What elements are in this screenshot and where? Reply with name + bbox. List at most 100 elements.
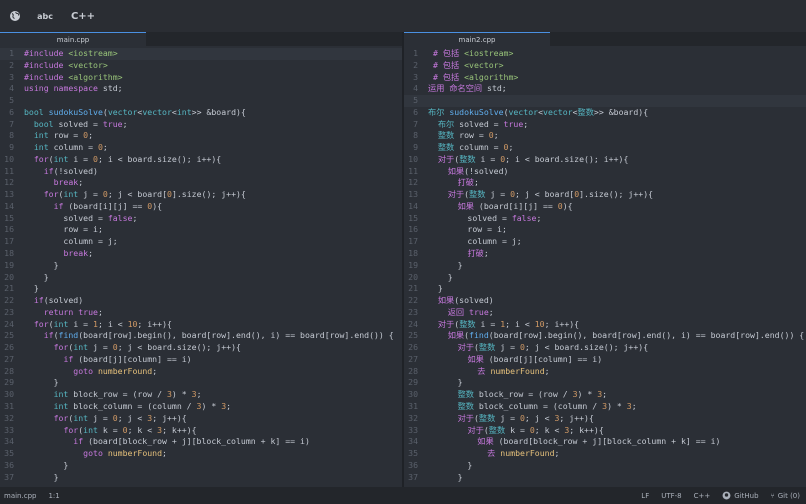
code-line[interactable]: 7 bool solved = true; [0, 119, 402, 131]
code-text: 对于(整数 j = 0; j < board[0].size(); j++){ [447, 189, 654, 200]
code-line[interactable]: 32 for(int j = 0; j < 3; j++){ [0, 413, 402, 425]
code-line[interactable]: 25 如果(find(board[row].begin(), board[row… [404, 330, 806, 342]
code-line[interactable]: 4 using namespace std; [0, 83, 402, 95]
code-line[interactable]: 20 } [404, 272, 806, 284]
code-line[interactable]: 15 solved = false; [0, 213, 402, 225]
code-line[interactable]: 29 } [404, 377, 806, 389]
code-line[interactable]: 11 if(!solved) [0, 166, 402, 178]
code-line[interactable]: 22 如果(solved) [404, 295, 806, 307]
code-line[interactable]: 6 bool sudokuSolve(vector<vector<int>> &b… [0, 107, 402, 119]
code-line[interactable]: 22 if(solved) [0, 295, 402, 307]
code-line[interactable]: 34 如果 (board[block_row + j][block_column… [404, 436, 806, 448]
status-file[interactable]: main.cpp [4, 492, 36, 500]
code-text: 返回 true; [447, 306, 494, 317]
code-line[interactable]: 32 对于(整数 j = 0; j < 3; j++){ [404, 413, 806, 425]
code-editor-left[interactable]: 1 #include <iostream> 2 #include <vector> 3 #… [0, 46, 402, 483]
code-line[interactable]: 35 去 numberFound; [404, 448, 806, 460]
code-text: column = j; [24, 236, 118, 247]
code-line[interactable]: 7 布尔 solved = true; [404, 119, 806, 131]
code-text: # 包括 <algorithm> [432, 71, 519, 82]
status-cursor-position[interactable]: 1:1 [48, 492, 59, 500]
code-line[interactable]: 20 } [0, 272, 402, 284]
code-line[interactable]: 1 #include <iostream> [0, 48, 402, 60]
code-line[interactable]: 21 } [0, 283, 402, 295]
code-line[interactable]: 16 row = i; [0, 224, 402, 236]
code-line[interactable]: 31 整数 block_column = (column / 3) * 3; [404, 401, 806, 413]
code-line[interactable]: 33 对于(整数 k = 0; k < 3; k++){ [404, 425, 806, 437]
tab-main2-cpp[interactable]: main2.cpp [404, 32, 550, 46]
code-line[interactable]: 6 布尔 sudokuSolve(vector<vector<整数>> &boar… [404, 107, 806, 119]
code-line[interactable]: 8 int row = 0; [0, 130, 402, 142]
code-line[interactable]: 18 break; [0, 248, 402, 260]
status-github[interactable]: GitHub [722, 491, 759, 500]
code-line[interactable]: 19 } [404, 260, 806, 272]
code-line[interactable]: 23 return true; [0, 307, 402, 319]
code-line[interactable]: 37 } [0, 472, 402, 484]
code-line[interactable]: 12 打破; [404, 177, 806, 189]
code-line[interactable]: 9 int column = 0; [0, 142, 402, 154]
code-line[interactable]: 17 column = j; [404, 236, 806, 248]
code-line[interactable]: 30 整数 block_row = (row / 3) * 3; [404, 389, 806, 401]
code-line[interactable]: 5 [0, 95, 402, 107]
code-line[interactable]: 5 [404, 95, 806, 107]
code-text: solved = false; [428, 212, 542, 223]
status-line-ending[interactable]: LF [641, 492, 649, 500]
code-line[interactable]: 35 goto numberFound; [0, 448, 402, 460]
editor-pane-right[interactable]: main2.cpp 1 # 包括 <iostream> 2 # 包括 <vecto… [404, 32, 806, 487]
code-line[interactable]: 36 } [0, 460, 402, 472]
code-editor-right[interactable]: 1 # 包括 <iostream> 2 # 包括 <vector> 3 # 包括 <… [404, 46, 806, 483]
status-encoding[interactable]: UTF-8 [661, 492, 681, 500]
code-line[interactable]: 29 } [0, 377, 402, 389]
code-line[interactable]: 10 对于(整数 i = 0; i < board.size(); i++){ [404, 154, 806, 166]
code-line[interactable]: 13 对于(整数 j = 0; j < board[0].size(); j++… [404, 189, 806, 201]
code-line[interactable]: 25 if(find(board[row].begin(), board[row… [0, 330, 402, 342]
code-line[interactable]: 3 # 包括 <algorithm> [404, 72, 806, 84]
code-line[interactable]: 15 solved = false; [404, 213, 806, 225]
code-line[interactable]: 28 goto numberFound; [0, 366, 402, 378]
code-line[interactable]: 24 对于(整数 i = 1; i < 10; i++){ [404, 319, 806, 331]
code-line[interactable]: 37 } [404, 472, 806, 484]
spell-check-button[interactable]: abc [30, 0, 60, 32]
code-line[interactable]: 8 整数 row = 0; [404, 130, 806, 142]
globe-button[interactable] [0, 0, 30, 32]
status-git[interactable]: ⑂ Git (0) [771, 492, 800, 500]
code-line[interactable]: 14 if (board[i][j] == 0){ [0, 201, 402, 213]
code-line[interactable]: 18 打破; [404, 248, 806, 260]
toolbar: abc C++ [0, 0, 806, 32]
code-line[interactable]: 10 for(int i = 0; i < board.size(); i++)… [0, 154, 402, 166]
code-line[interactable]: 19 } [0, 260, 402, 272]
code-line[interactable]: 33 for(int k = 0; k < 3; k++){ [0, 425, 402, 437]
code-line[interactable]: 31 int block_column = (column / 3) * 3; [0, 401, 402, 413]
code-line[interactable]: 36 } [404, 460, 806, 472]
code-line[interactable]: 26 对于(整数 j = 0; j < board.size(); j++){ [404, 342, 806, 354]
code-line[interactable]: 11 如果(!solved) [404, 166, 806, 178]
code-line[interactable]: 27 if (board[j][column] == i) [0, 354, 402, 366]
code-line[interactable]: 14 如果 (board[i][j] == 0){ [404, 201, 806, 213]
code-line[interactable]: 17 column = j; [0, 236, 402, 248]
code-line[interactable]: 26 for(int j = 0; j < board.size(); j++)… [0, 342, 402, 354]
editor-pane-left[interactable]: main.cpp 1 #include <iostream> 2 #include <… [0, 32, 402, 487]
code-line[interactable]: 2 # 包括 <vector> [404, 60, 806, 72]
status-grammar[interactable]: C++ [694, 492, 711, 500]
tab-main-cpp[interactable]: main.cpp [0, 32, 146, 46]
code-line[interactable]: 27 如果 (board[j][column] == i) [404, 354, 806, 366]
cpp-button[interactable]: C++ [60, 0, 106, 32]
code-line[interactable]: 30 int block_row = (row / 3) * 3; [0, 389, 402, 401]
code-line[interactable]: 13 for(int j = 0; j < board[0].size(); j… [0, 189, 402, 201]
code-line[interactable]: 21 } [404, 283, 806, 295]
line-number: 7 [413, 118, 418, 129]
code-line[interactable]: 9 整数 column = 0; [404, 142, 806, 154]
code-line[interactable]: 4 运用 命名空间 std; [404, 83, 806, 95]
line-number: 8 [9, 130, 14, 141]
code-line[interactable]: 23 返回 true; [404, 307, 806, 319]
line-number: 14 [408, 200, 418, 211]
code-line[interactable]: 12 break; [0, 177, 402, 189]
code-line[interactable]: 3 #include <algorithm> [0, 72, 402, 84]
code-line[interactable]: 28 去 numberFound; [404, 366, 806, 378]
code-line[interactable]: 2 #include <vector> [0, 60, 402, 72]
code-text: 如果 (board[j][column] == i) [467, 353, 603, 364]
code-line[interactable]: 1 # 包括 <iostream> [404, 48, 806, 60]
code-line[interactable]: 16 row = i; [404, 224, 806, 236]
code-line[interactable]: 34 if (board[block_row + j][block_column… [0, 436, 402, 448]
code-line[interactable]: 24 for(int i = 1; i < 10; i++){ [0, 319, 402, 331]
